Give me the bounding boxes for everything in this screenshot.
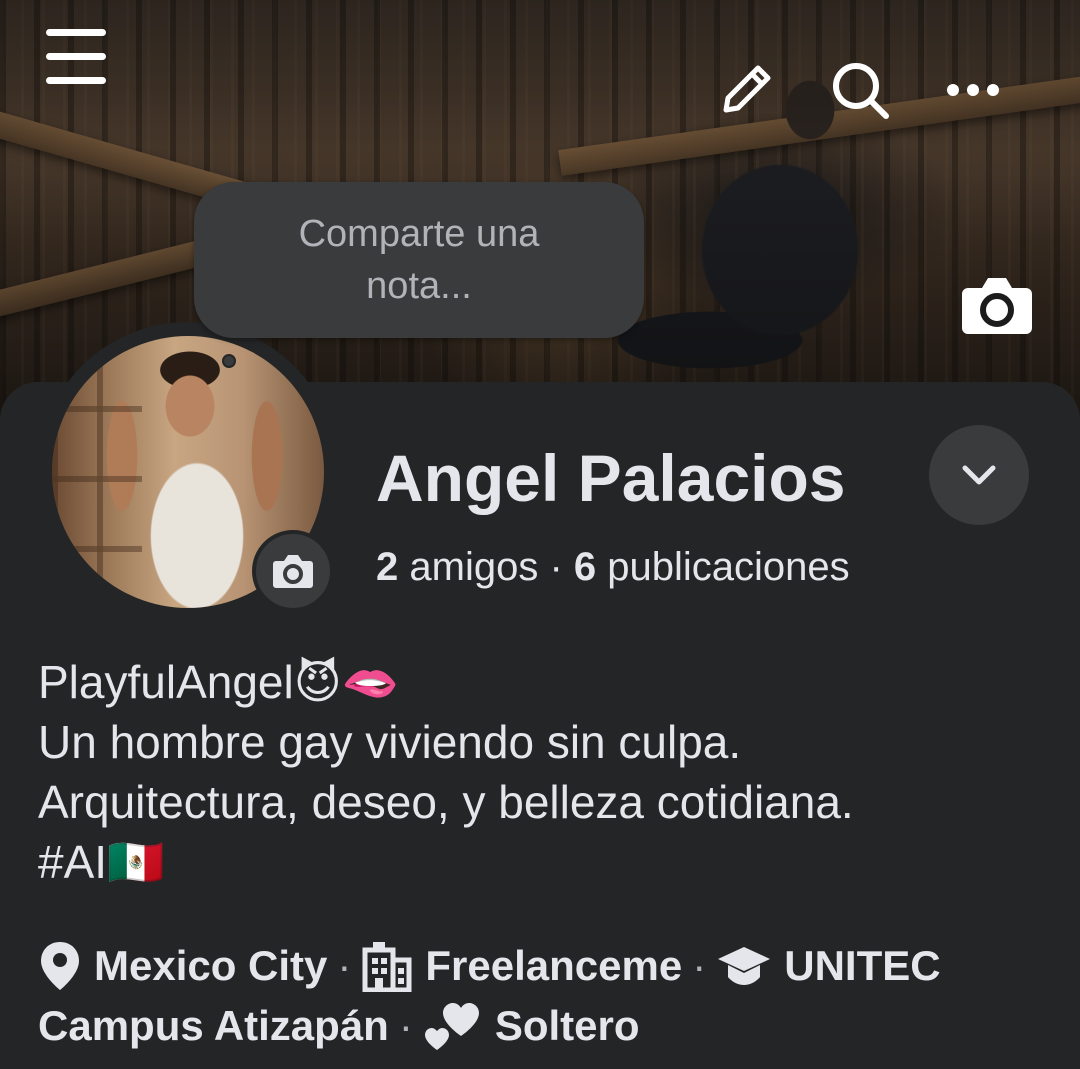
bio-line: Arquitectura, deseo, y belleza cotidiana… <box>38 776 854 828</box>
profile-stats: 2 amigos · 6 publicaciones <box>376 545 850 590</box>
detail-separator: · <box>337 942 352 989</box>
note-bubble-tail <box>222 354 236 368</box>
posts-link[interactable]: 6 publicaciones <box>574 545 850 589</box>
friends-label: amigos <box>409 545 539 589</box>
bio-line[interactable]: #AI🇲🇽 <box>38 832 1048 892</box>
detail-separator: · <box>398 1002 413 1049</box>
education-text[interactable]: UNITEC <box>784 936 940 996</box>
camera-icon <box>273 555 313 588</box>
menu-icon[interactable] <box>42 26 110 88</box>
hearts-icon <box>423 1000 483 1052</box>
detail-separator: · <box>692 942 707 989</box>
friends-link[interactable]: 2 amigos <box>376 545 538 589</box>
share-note-bubble[interactable]: Comparte una nota... <box>194 182 644 338</box>
edit-cover-camera-icon[interactable] <box>958 272 1036 338</box>
avatar-camera-button[interactable] <box>252 530 334 612</box>
work-text[interactable]: Freelanceme <box>425 936 682 996</box>
education-text-continued[interactable]: Campus Atizapán <box>38 996 389 1056</box>
profile-bio: PlayfulAngel😈🫦 Un hombre gay viviendo si… <box>38 652 1048 892</box>
posts-count: 6 <box>573 545 597 589</box>
graduation-cap-icon <box>716 943 772 989</box>
stats-separator: · <box>549 545 563 589</box>
note-placeholder: Comparte una nota... <box>298 213 540 307</box>
profile-options-button[interactable] <box>929 425 1029 525</box>
profile-details: Mexico City · Freelanceme · UNITEC Campu… <box>38 936 1058 1056</box>
location-text: Mexico City <box>94 942 328 989</box>
profile-name: Angel Palacios <box>376 441 846 515</box>
friends-count: 2 <box>376 545 399 589</box>
search-icon[interactable] <box>828 58 894 124</box>
avatar-background-window <box>52 336 142 608</box>
relationship-text: Soltero <box>494 1002 640 1049</box>
location-pin-icon <box>38 940 82 992</box>
bio-line: Un hombre gay viviendo sin culpa. <box>38 716 742 768</box>
chevron-down-icon <box>962 465 996 485</box>
pencil-icon[interactable] <box>716 58 778 120</box>
building-icon <box>361 940 413 992</box>
more-icon[interactable] <box>940 68 1006 112</box>
posts-label: publicaciones <box>607 545 850 589</box>
bio-line: PlayfulAngel😈🫦 <box>38 656 399 708</box>
